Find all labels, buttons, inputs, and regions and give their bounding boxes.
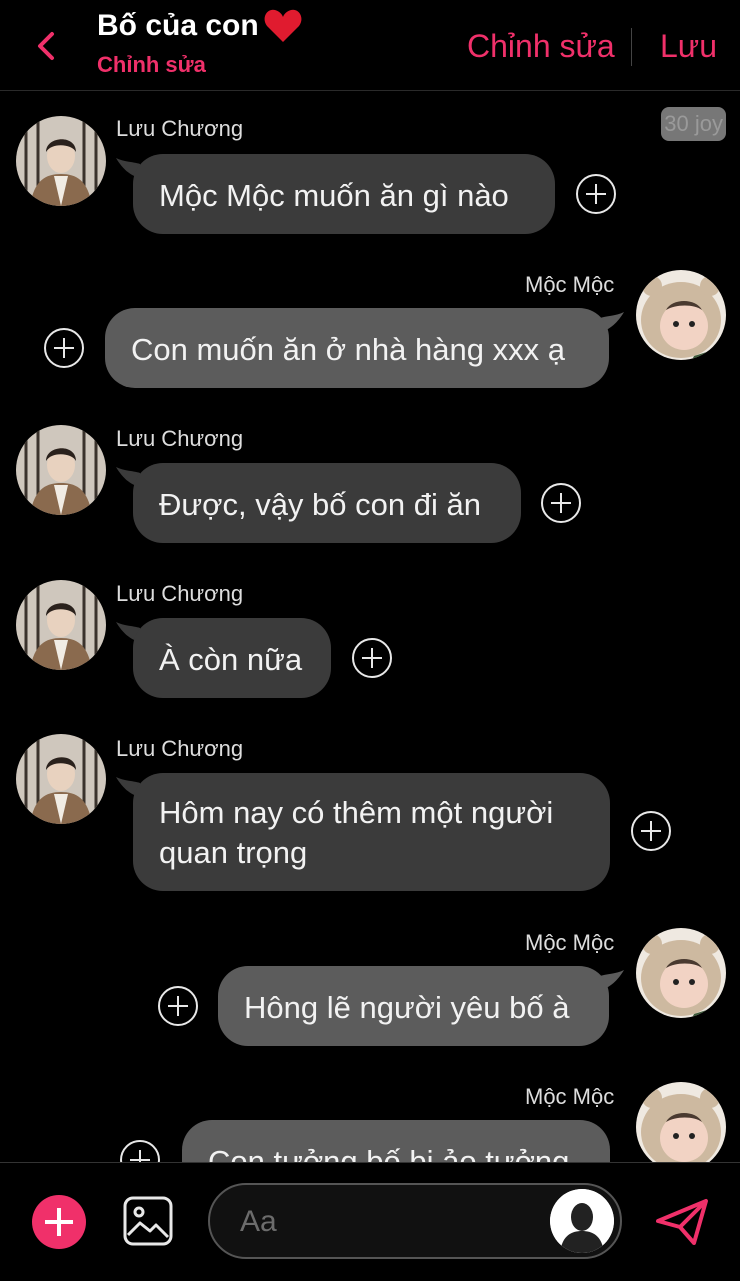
joy-badge: 30 joy bbox=[661, 107, 726, 141]
header-divider bbox=[631, 28, 632, 66]
sender-name: Mộc Mộc bbox=[525, 272, 615, 297]
back-chevron-icon[interactable] bbox=[30, 28, 62, 64]
react-plus-icon[interactable] bbox=[631, 811, 671, 851]
child-avatar-icon bbox=[636, 1082, 726, 1172]
image-icon[interactable] bbox=[122, 1195, 174, 1247]
title-block: Bố của con Chỉnh sửa bbox=[97, 8, 303, 78]
persona-icon[interactable] bbox=[550, 1189, 614, 1253]
message-bubble[interactable]: Con muốn ăn ở nhà hàng xxx ạ bbox=[105, 308, 609, 388]
avatar-luu-chuong[interactable] bbox=[16, 116, 106, 206]
message-bubble[interactable]: Được, vậy bố con đi ăn bbox=[133, 463, 521, 543]
chat-title-text: Bố của con bbox=[97, 9, 259, 42]
message-bubble[interactable]: Mộc Mộc muốn ăn gì nào bbox=[133, 154, 555, 234]
plus-icon[interactable] bbox=[32, 1195, 86, 1249]
sender-name: Lưu Chương bbox=[116, 581, 244, 606]
react-plus-icon[interactable] bbox=[352, 638, 392, 678]
avatar-luu-chuong[interactable] bbox=[16, 425, 106, 515]
avatar-moc-moc[interactable] bbox=[636, 928, 726, 1018]
child-avatar-icon bbox=[636, 928, 726, 1018]
message-input-wrap bbox=[208, 1183, 622, 1259]
composer-bar bbox=[0, 1162, 740, 1281]
person-avatar-icon bbox=[16, 734, 106, 824]
heart-icon bbox=[264, 9, 302, 42]
avatar-moc-moc[interactable] bbox=[636, 270, 726, 360]
avatar-moc-moc[interactable] bbox=[636, 1082, 726, 1172]
message-input[interactable] bbox=[238, 1199, 542, 1245]
chat-header: Bố của con Chỉnh sửa Chỉnh sửa Lưu bbox=[0, 0, 740, 91]
react-plus-icon[interactable] bbox=[576, 174, 616, 214]
sender-name: Lưu Chương bbox=[116, 426, 244, 451]
message-bubble[interactable]: À còn nữa bbox=[133, 618, 331, 698]
react-plus-icon[interactable] bbox=[158, 986, 198, 1026]
avatar-luu-chuong[interactable] bbox=[16, 580, 106, 670]
sender-name: Lưu Chương bbox=[116, 116, 244, 141]
child-avatar-icon bbox=[636, 270, 726, 360]
react-plus-icon[interactable] bbox=[44, 328, 84, 368]
save-button[interactable]: Lưu bbox=[660, 28, 717, 65]
react-plus-icon[interactable] bbox=[541, 483, 581, 523]
chat-subtitle[interactable]: Chỉnh sửa bbox=[97, 52, 303, 78]
send-icon[interactable] bbox=[654, 1197, 710, 1247]
edit-button[interactable]: Chỉnh sửa bbox=[467, 28, 615, 65]
sender-name: Mộc Mộc bbox=[525, 1084, 615, 1109]
avatar-luu-chuong[interactable] bbox=[16, 734, 106, 824]
person-avatar-icon bbox=[16, 580, 106, 670]
sender-name: Lưu Chương bbox=[116, 736, 244, 761]
sender-name: Mộc Mộc bbox=[525, 930, 615, 955]
chat-title: Bố của con bbox=[97, 8, 303, 44]
person-avatar-icon bbox=[16, 116, 106, 206]
person-avatar-icon bbox=[16, 425, 106, 515]
message-bubble[interactable]: Hôm nay có thêm một người quan trọng bbox=[133, 773, 610, 891]
message-bubble[interactable]: Hông lẽ người yêu bố à bbox=[218, 966, 609, 1046]
